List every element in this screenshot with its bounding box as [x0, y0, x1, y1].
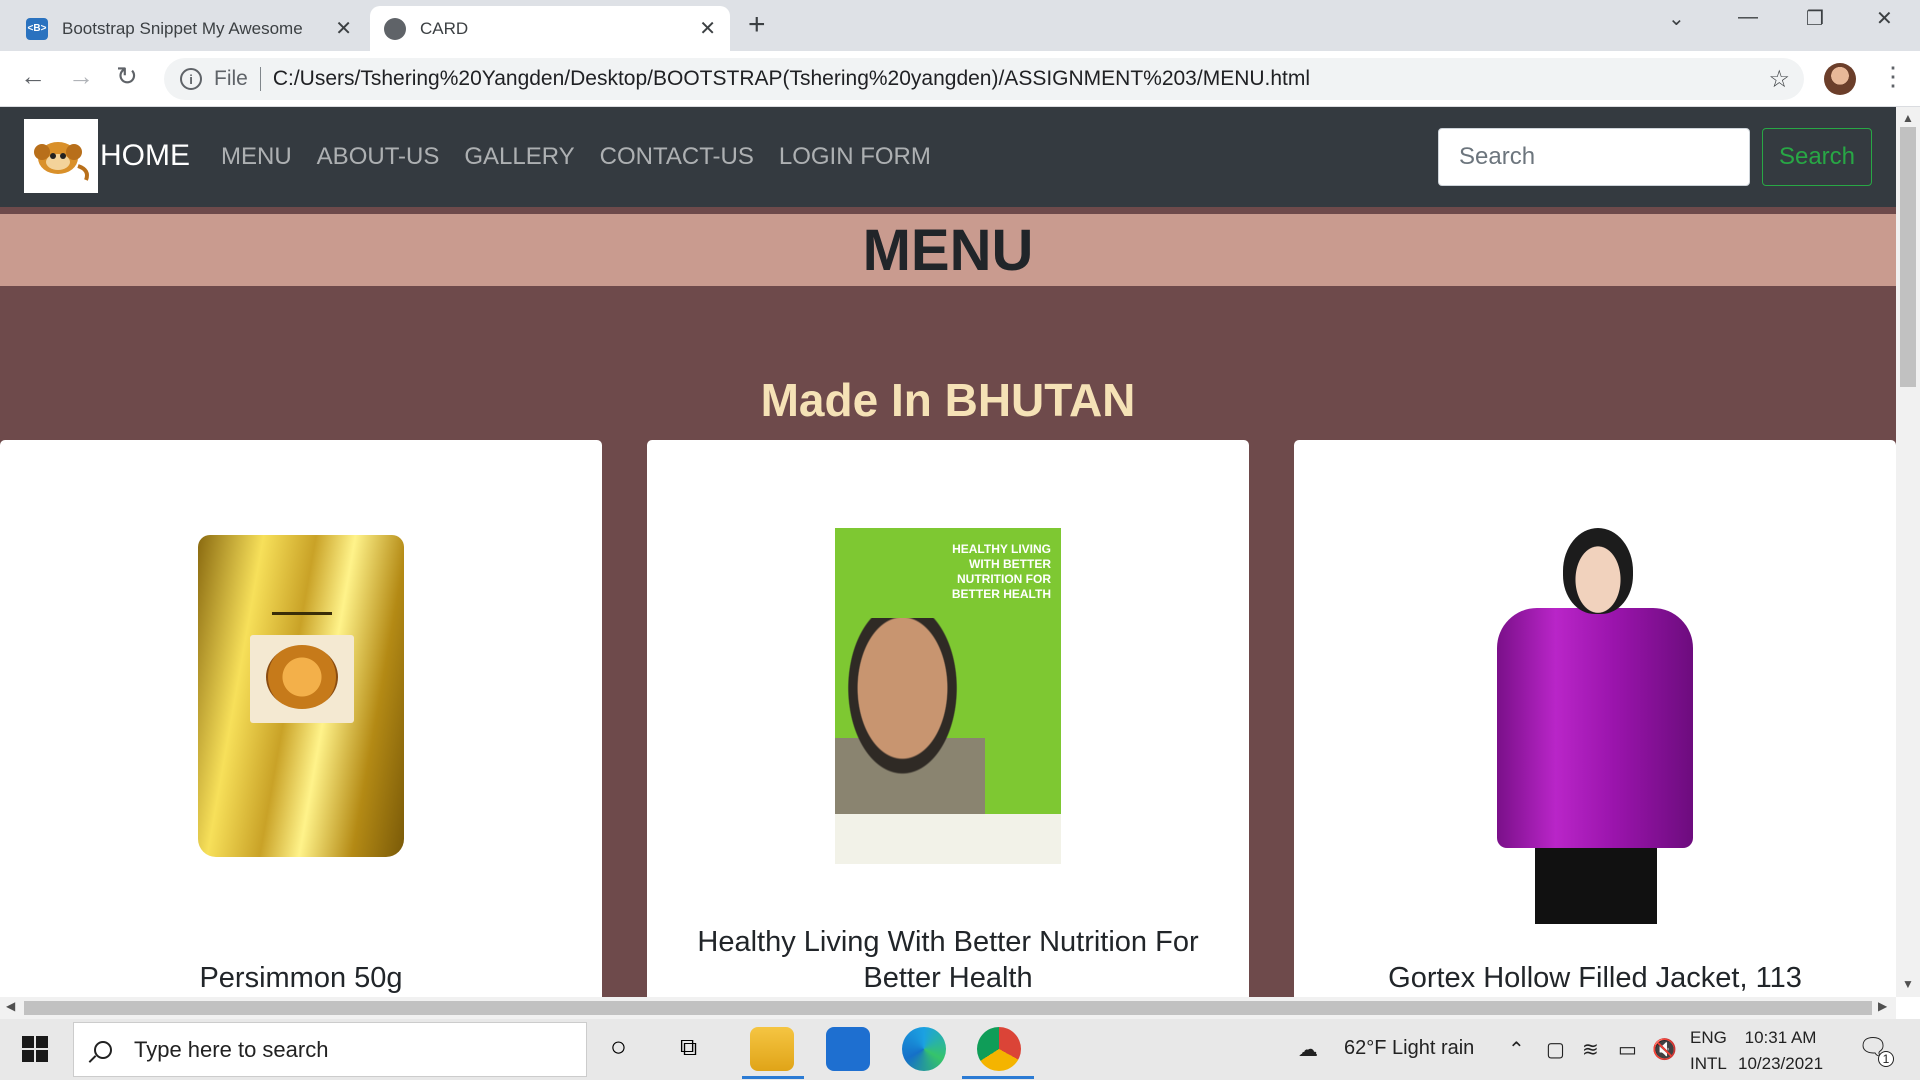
vertical-scrollbar[interactable]: ▲ ▼	[1896, 107, 1920, 997]
taskbar-search-placeholder: Type here to search	[134, 1036, 329, 1062]
nav-login-link[interactable]: LOGIN FORM	[779, 143, 931, 171]
scheme-label: File	[214, 67, 248, 90]
close-icon[interactable]: ✕	[699, 16, 716, 41]
nav-about-link[interactable]: ABOUT-US	[317, 143, 440, 171]
page-title: MENU	[0, 214, 1896, 286]
clock-time: 10:31 AM	[1744, 1028, 1817, 1047]
nutrition-book-image: HEALTHY LIVING WITH BETTER NUTRITION FOR…	[835, 528, 1061, 864]
globe-icon	[384, 17, 406, 40]
window-close-icon[interactable]: ✕	[1876, 6, 1893, 31]
url-text[interactable]: C:/Users/Tshering%20Yangden/Desktop/BOOT…	[273, 67, 1310, 91]
card-title: Healthy Living With Better Nutrition For…	[697, 926, 1199, 994]
section-subtitle: Made In BHUTAN	[760, 374, 1136, 426]
nav-gallery-link[interactable]: GALLERY	[464, 143, 574, 171]
scroll-down-icon[interactable]: ▼	[1902, 977, 1914, 991]
minimize-icon[interactable]: —	[1738, 6, 1758, 29]
product-card[interactable]: Gortex Hollow Filled Jacket, 113	[1294, 440, 1896, 997]
active-indicator	[742, 1076, 804, 1079]
weather-icon[interactable]: ☁	[1298, 1037, 1318, 1062]
bookmark-star-icon[interactable]: ☆	[1768, 65, 1790, 94]
info-icon[interactable]: i	[180, 68, 202, 90]
language-indicator[interactable]: ENG INTL	[1690, 1025, 1727, 1077]
tab-card[interactable]: CARD ✕	[370, 6, 730, 51]
language-code: ENG	[1690, 1028, 1727, 1047]
divider	[259, 67, 261, 91]
task-view-icon[interactable]: ⧉	[680, 1034, 697, 1062]
file-explorer-icon[interactable]	[750, 1027, 794, 1071]
purple-jacket-image	[1477, 528, 1713, 924]
battery-icon[interactable]: ▭	[1618, 1037, 1637, 1062]
clock-date: 10/23/2021	[1738, 1054, 1824, 1073]
weather-text[interactable]: 62°F Light rain	[1344, 1037, 1474, 1060]
back-icon[interactable]: ←	[20, 61, 46, 92]
scrollbar-thumb[interactable]	[1900, 127, 1916, 387]
site-navbar: HOME MENU ABOUT-US GALLERY CONTACT-US LO…	[0, 107, 1896, 207]
cortana-icon[interactable]: ○	[610, 1031, 627, 1063]
language-layout: INTL	[1690, 1054, 1727, 1073]
address-bar[interactable]: i File C:/Users/Tshering%20Yangden/Deskt…	[164, 58, 1804, 100]
profile-avatar[interactable]	[1824, 63, 1856, 95]
windows-start-icon[interactable]	[22, 1036, 48, 1062]
taskbar-search-input[interactable]: Type here to search	[73, 1022, 587, 1077]
nav-menu-link[interactable]: MENU	[221, 143, 292, 171]
product-card[interactable]: Persimmon 50g	[0, 440, 602, 997]
scrollbar-thumb[interactable]	[24, 1001, 1872, 1015]
taskbar: Type here to search ○ ⧉ ☁ 62°F Light rai…	[0, 1019, 1920, 1080]
close-icon[interactable]: ✕	[335, 16, 352, 41]
nav-contact-link[interactable]: CONTACT-US	[600, 143, 754, 171]
tab-bootstrap-snippet[interactable]: <B> Bootstrap Snippet My Awesome ✕	[12, 6, 366, 51]
product-card[interactable]: HEALTHY LIVING WITH BETTER NUTRITION FOR…	[647, 440, 1249, 997]
notification-count-badge: 1	[1878, 1051, 1894, 1067]
chevron-up-icon[interactable]: ⌃	[1508, 1037, 1525, 1062]
active-indicator	[962, 1076, 1034, 1079]
tab-title: CARD	[420, 18, 469, 38]
chrome-icon[interactable]	[977, 1027, 1021, 1071]
nav-links: MENU ABOUT-US GALLERY CONTACT-US LOGIN F…	[221, 143, 931, 171]
scroll-left-icon[interactable]: ◀	[6, 999, 15, 1013]
scroll-up-icon[interactable]: ▲	[1902, 111, 1914, 125]
wifi-icon[interactable]: ≋	[1582, 1037, 1599, 1062]
reload-icon[interactable]: ↻	[116, 61, 138, 92]
card-title: Persimmon 50g	[199, 962, 403, 994]
page-viewport: HOME MENU ABOUT-US GALLERY CONTACT-US LO…	[0, 107, 1896, 997]
search-input[interactable]: Search	[1438, 128, 1750, 186]
book-cover-text: HEALTHY LIVING WITH BETTER NUTRITION FOR…	[951, 542, 1051, 601]
mail-icon[interactable]	[826, 1027, 870, 1071]
meet-now-icon[interactable]: ▢	[1546, 1037, 1565, 1062]
search-button[interactable]: Search	[1762, 128, 1872, 186]
system-clock[interactable]: 10:31 AM 10/23/2021	[1738, 1025, 1823, 1077]
scroll-right-icon[interactable]: ▶	[1878, 999, 1887, 1013]
search-icon	[94, 1040, 112, 1059]
horizontal-scrollbar[interactable]: ◀ ▶	[0, 997, 1896, 1019]
card-title: Gortex Hollow Filled Jacket, 113	[1388, 962, 1802, 994]
tab-search-icon[interactable]: ⌄	[1668, 6, 1685, 31]
tab-title: Bootstrap Snippet My Awesome	[62, 18, 303, 38]
more-menu-icon[interactable]: ⋮	[1880, 61, 1906, 92]
bootstrap-icon: <B>	[26, 17, 48, 40]
forward-icon[interactable]: →	[68, 61, 94, 92]
edge-icon[interactable]	[902, 1027, 946, 1071]
persimmon-pouch-image	[198, 535, 404, 857]
volume-muted-icon[interactable]: 🔇	[1652, 1037, 1677, 1062]
browser-toolbar: ← → ↻ i File C:/Users/Tshering%20Yangden…	[0, 51, 1920, 107]
tab-strip: <B> Bootstrap Snippet My Awesome ✕ CARD …	[0, 0, 1920, 51]
restore-icon[interactable]: ❐	[1806, 6, 1824, 31]
monkey-logo-icon[interactable]	[24, 119, 98, 193]
brand-home-link[interactable]: HOME	[100, 139, 190, 173]
new-tab-button[interactable]: +	[748, 8, 766, 42]
